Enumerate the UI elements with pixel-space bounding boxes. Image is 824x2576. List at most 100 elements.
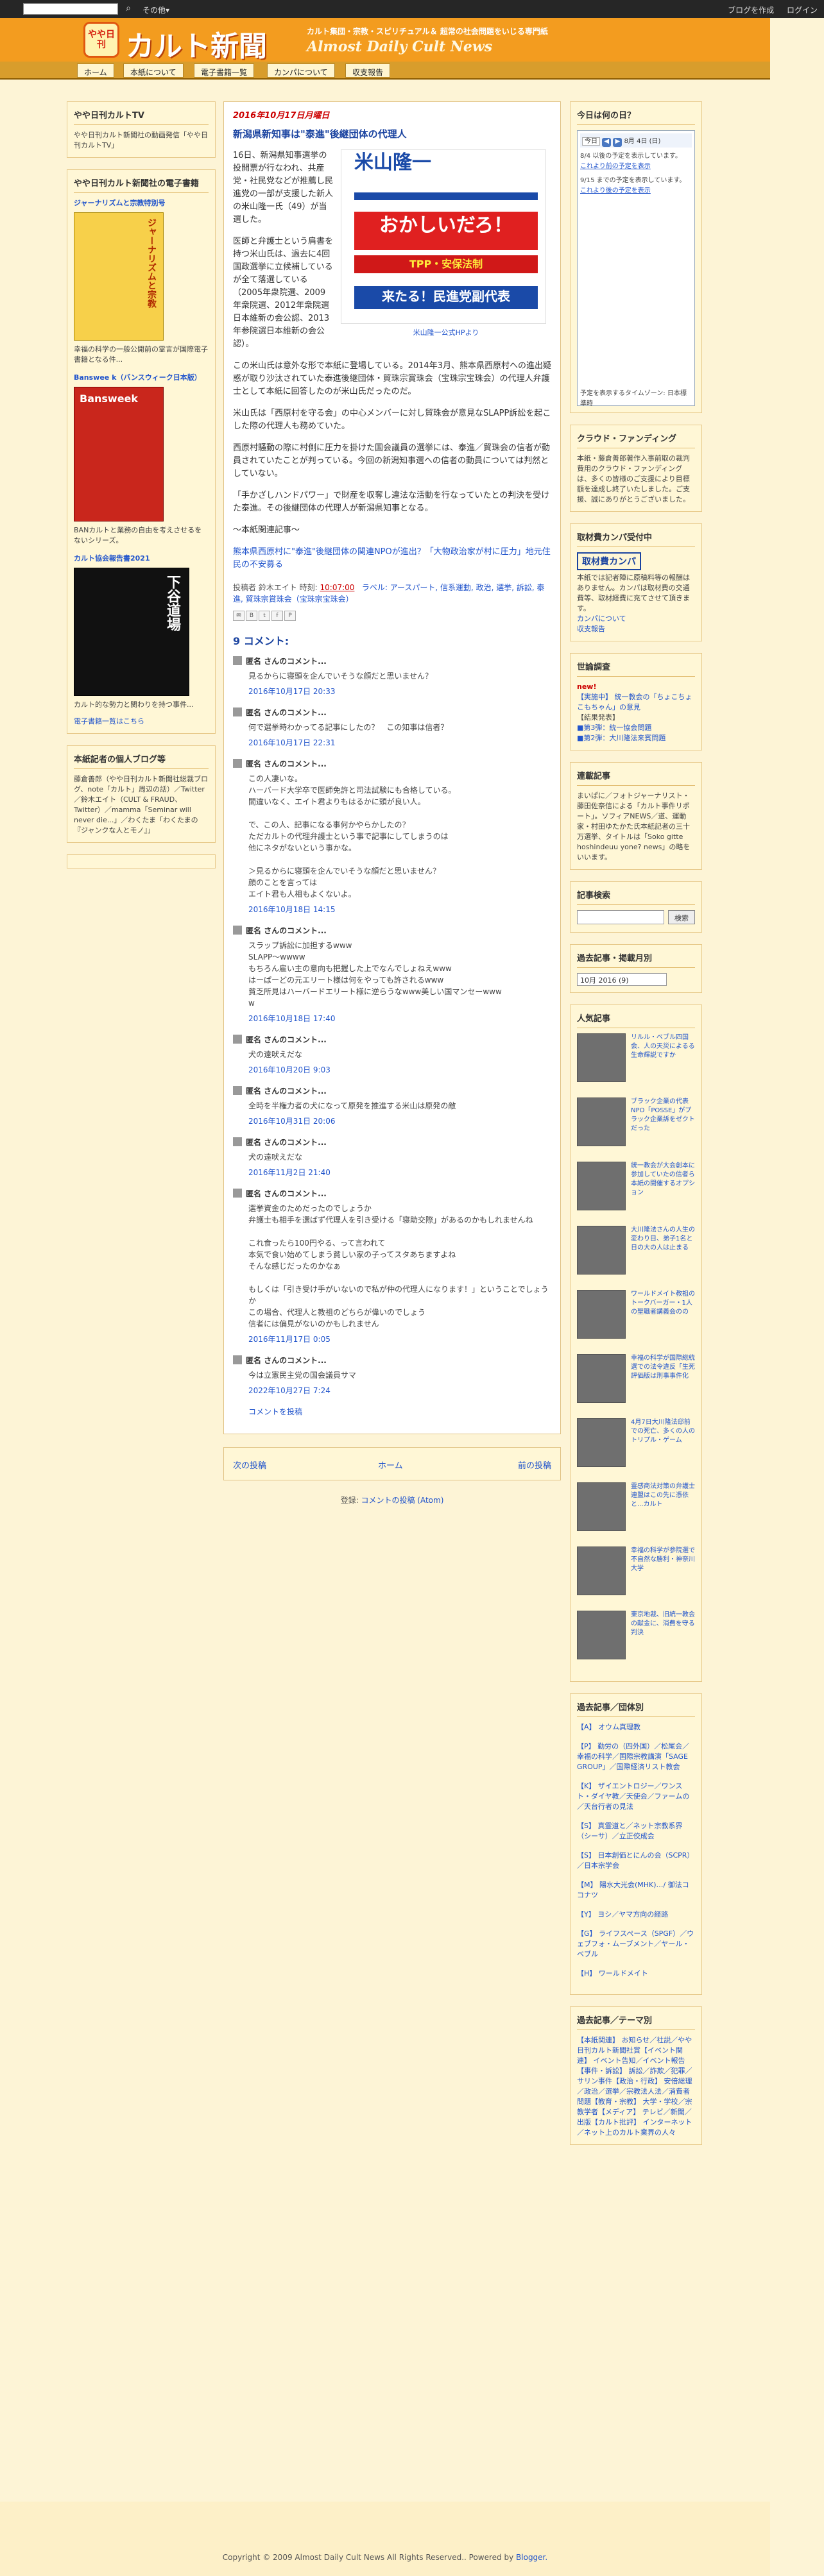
comment-timestamp[interactable]: 2016年10月17日 22:31 (248, 737, 551, 748)
popular-post-title[interactable]: 4月7日大川隆法邸前での死亡、多くの人のトリプル・ゲーム (631, 1418, 696, 1445)
comment-timestamp[interactable]: 2022年10月27日 7:24 (248, 1385, 551, 1396)
comment-timestamp[interactable]: 2016年11月2日 21:40 (248, 1167, 551, 1178)
survey-link[interactable]: 【実施中】 統一教会の「ちょこちょこもちゃん」の意見 (577, 692, 695, 713)
popular-post[interactable]: ブラック企業の代表NPO「POSSE」がプラック企業訴をゼクトだった (577, 1097, 695, 1155)
post-thumbnail[interactable] (577, 1611, 626, 1659)
popular-post-title[interactable]: リルル・ベブル四国会、人の天災によるる生命輝説ですか (631, 1033, 696, 1060)
report-link[interactable]: 収支報告 (577, 624, 695, 634)
archive-select[interactable]: 10月 2016 (9) (577, 973, 667, 986)
popular-post-title[interactable]: 幸福の科学が国際総統選での法令違反「生死評価版は刑事事件化 (631, 1354, 696, 1381)
create-blog-link[interactable]: ブログを作成 (728, 6, 774, 15)
post-thumbnail[interactable] (577, 1546, 626, 1595)
search-icon[interactable]: ⌕ (122, 3, 135, 15)
logo-badge[interactable]: やや日刊 (83, 22, 119, 58)
comment-timestamp[interactable]: 2016年10月18日 17:40 (248, 1013, 551, 1024)
pinterest-icon[interactable]: P (284, 611, 296, 621)
twitter-icon[interactable]: t (259, 611, 270, 621)
post-thumbnail[interactable] (577, 1162, 626, 1210)
popular-post[interactable]: 東京地裁、旧統一教会の献金に、消費を守る判決 (577, 1611, 695, 1668)
post-title[interactable]: 新潟県新知事は"泰進"後継団体の代理人 (233, 127, 551, 140)
post-thumbnail[interactable] (577, 1418, 626, 1467)
post-thumbnail[interactable] (577, 1482, 626, 1531)
comment-timestamp[interactable]: 2016年10月20日 9:03 (248, 1064, 551, 1075)
popular-post[interactable]: 霊感商法対策の弁護士連盟はこの先に憑依と...カルト (577, 1482, 695, 1540)
popular-post[interactable]: リルル・ベブル四国会、人の天災によるる生命輝説ですか (577, 1033, 695, 1091)
survey-result-link[interactable]: ■第3弾：統一協会問題 (577, 723, 695, 733)
related-article-link[interactable]: 熊本県西原村に"泰進"後継団体の関連NPOが進出？「大物政治家が村に圧力」地元住… (233, 547, 551, 570)
post-thumbnail[interactable] (577, 1033, 626, 1082)
tab-about[interactable]: 本紙について (123, 64, 184, 78)
navbar-search-input[interactable] (23, 3, 118, 15)
category-link[interactable]: 【S】 真霊道と／ネット宗教系界（シーサ）／立正佼成会 (577, 1821, 695, 1842)
prev-icon[interactable]: ◀ (602, 138, 612, 147)
comment-timestamp[interactable]: 2016年10月18日 14:15 (248, 904, 551, 915)
popular-post-title[interactable]: 東京地裁、旧統一教会の献金に、消費を守る判決 (631, 1611, 696, 1638)
newer-post-link[interactable]: 次の投稿 (233, 1459, 266, 1471)
book-cover-image[interactable]: Bansweek (74, 387, 164, 521)
category-link[interactable]: 【S】 日本創価とにんの会（SCPR）／日本宗学会 (577, 1851, 695, 1871)
popular-post-title[interactable]: ワールドメイト教祖のトークバーガー・1人の聖職者講義会のの (631, 1290, 696, 1317)
blog-this-icon[interactable]: B (246, 611, 257, 621)
book-cover-image[interactable]: ジャーナリズムと宗教 (74, 212, 164, 341)
donation-badge[interactable]: 取材費カンパ (577, 552, 641, 570)
survey-result-link[interactable]: ■第2弾：大川隆法来賓問題 (577, 733, 695, 743)
tab-donation[interactable]: カンパについて (267, 64, 335, 78)
book-title[interactable]: カルト協会報告書2021 (74, 554, 209, 564)
site-title[interactable]: カルト新聞 (126, 23, 267, 64)
book-title[interactable]: ジャーナリズムと宗教特別号 (74, 198, 209, 208)
book-cover-image[interactable]: 下谷道場 (74, 568, 189, 696)
post-image[interactable]: 米山隆一 おかしいだろ！ TPP・安保法制 来たる！民進党副代表 米山隆一公式H… (341, 149, 551, 339)
popular-post[interactable]: 4月7日大川隆法邸前での死亡、多くの人のトリプル・ゲーム (577, 1418, 695, 1476)
category-link[interactable]: 【Y】 ヨシ／ヤマ方向の経路 (577, 1910, 695, 1920)
blogs-text[interactable]: 藤倉善郎（やや日刊カルト新聞社総裁ブログ、note「カルト」周辺の話）／Twit… (74, 774, 209, 836)
comment-timestamp[interactable]: 2016年11月17日 0:05 (248, 1334, 551, 1344)
popular-post[interactable]: 幸福の科学が参院選で不自然な勝利・神奈川大学 (577, 1546, 695, 1604)
serial-text[interactable]: まいぱに／フォトジャーナリスト・藤田佐奈信による「カルト事件リポート」。ソフィア… (577, 791, 695, 863)
today-button[interactable]: 今日 (582, 137, 600, 146)
popular-post-title[interactable]: 霊感商法対策の弁護士連盟はこの先に憑依と...カルト (631, 1482, 696, 1509)
post-thumbnail[interactable] (577, 1097, 626, 1146)
book-title[interactable]: Banswee k（バンスウィーク日本版） (74, 373, 209, 383)
category-link[interactable]: 【G】 ライフスペース（SPGF）／ウェブフォ・ムーブメント／ヤール・ベブル (577, 1929, 695, 1960)
post-thumbnail[interactable] (577, 1226, 626, 1275)
popular-post[interactable]: 幸福の科学が国際総統選での法令違反「生死評価版は刑事事件化 (577, 1354, 695, 1412)
search-input[interactable] (577, 910, 664, 924)
older-post-link[interactable]: 前の投稿 (518, 1459, 551, 1471)
search-button[interactable]: 検索 (668, 910, 695, 924)
facebook-icon[interactable]: f (271, 611, 283, 621)
comment-timestamp[interactable]: 2016年10月31日 20:06 (248, 1115, 551, 1126)
comment-timestamp[interactable]: 2016年10月17日 20:33 (248, 686, 551, 697)
popular-post[interactable]: ワールドメイト教祖のトークバーガー・1人の聖職者講義会のの (577, 1290, 695, 1348)
post-timestamp[interactable]: 10:07:00 (320, 583, 355, 592)
email-icon[interactable]: ✉ (233, 611, 245, 621)
popular-post-title[interactable]: 幸福の科学が参院選で不自然な勝利・神奈川大学 (631, 1546, 696, 1573)
tab-ebooks[interactable]: 電子書籍一覧 (194, 64, 255, 78)
popular-post-title[interactable]: 統一教会が大会創本に参加していたの信者ら本紙の開催するオプション (631, 1162, 696, 1198)
post-comment-link[interactable]: コメントを投稿 (248, 1406, 551, 1417)
post-thumbnail[interactable] (577, 1290, 626, 1339)
theme-list[interactable]: 【本紙関連】 お知らせ／社説／やや日刊カルト新聞社賞【イベント関連】 イベント告… (577, 2035, 695, 2138)
category-link[interactable]: 【P】 勤労の（四外国）／松尾会／幸福の科学／国際宗教講演「SAGE GROUP… (577, 1741, 695, 1772)
tab-home[interactable]: ホーム (77, 64, 114, 78)
popular-post[interactable]: 大川隆法さんの人生の変わり目、弟子1名と日の大の人は止まる (577, 1226, 695, 1284)
ebooks-more-link[interactable]: 電子書籍一覧はこちら (74, 716, 209, 727)
tab-report[interactable]: 収支報告 (345, 64, 391, 78)
post-thumbnail[interactable] (577, 1354, 626, 1403)
navbar-more-menu[interactable]: その他▾ (142, 4, 169, 15)
donation-link[interactable]: カンパについて (577, 614, 695, 624)
calendar-next-link[interactable]: これより後の予定を表示 (580, 186, 692, 196)
calendar-prev-link[interactable]: これより前の予定を表示 (580, 162, 692, 172)
tv-text[interactable]: やや日刊カルト新聞社の動画発信「やや日刊カルトTV」 (74, 130, 209, 151)
category-link[interactable]: 【H】 ワールドメイト (577, 1969, 695, 1979)
popular-post[interactable]: 統一教会が大会創本に参加していたの信者ら本紙の開催するオプション (577, 1162, 695, 1219)
next-icon[interactable]: ▶ (613, 138, 622, 147)
atom-link[interactable]: コメントの投稿 (Atom) (361, 1496, 443, 1505)
category-link[interactable]: 【M】 陽水大光会(MHK)…/ 御法ココナツ (577, 1880, 695, 1901)
login-link[interactable]: ログイン (787, 6, 818, 15)
home-link[interactable]: ホーム (378, 1459, 403, 1471)
blogger-link[interactable]: Blogger. (516, 2553, 547, 2562)
category-link[interactable]: 【K】 ザイエントロジー／ワンスト・ダイヤ教／天使会／ファームの／天台行者の見法 (577, 1781, 695, 1812)
popular-post-title[interactable]: 大川隆法さんの人生の変わり目、弟子1名と日の大の人は止まる (631, 1226, 696, 1253)
category-link[interactable]: 【A】 オウム真理教 (577, 1722, 695, 1733)
popular-post-title[interactable]: ブラック企業の代表NPO「POSSE」がプラック企業訴をゼクトだった (631, 1097, 696, 1133)
